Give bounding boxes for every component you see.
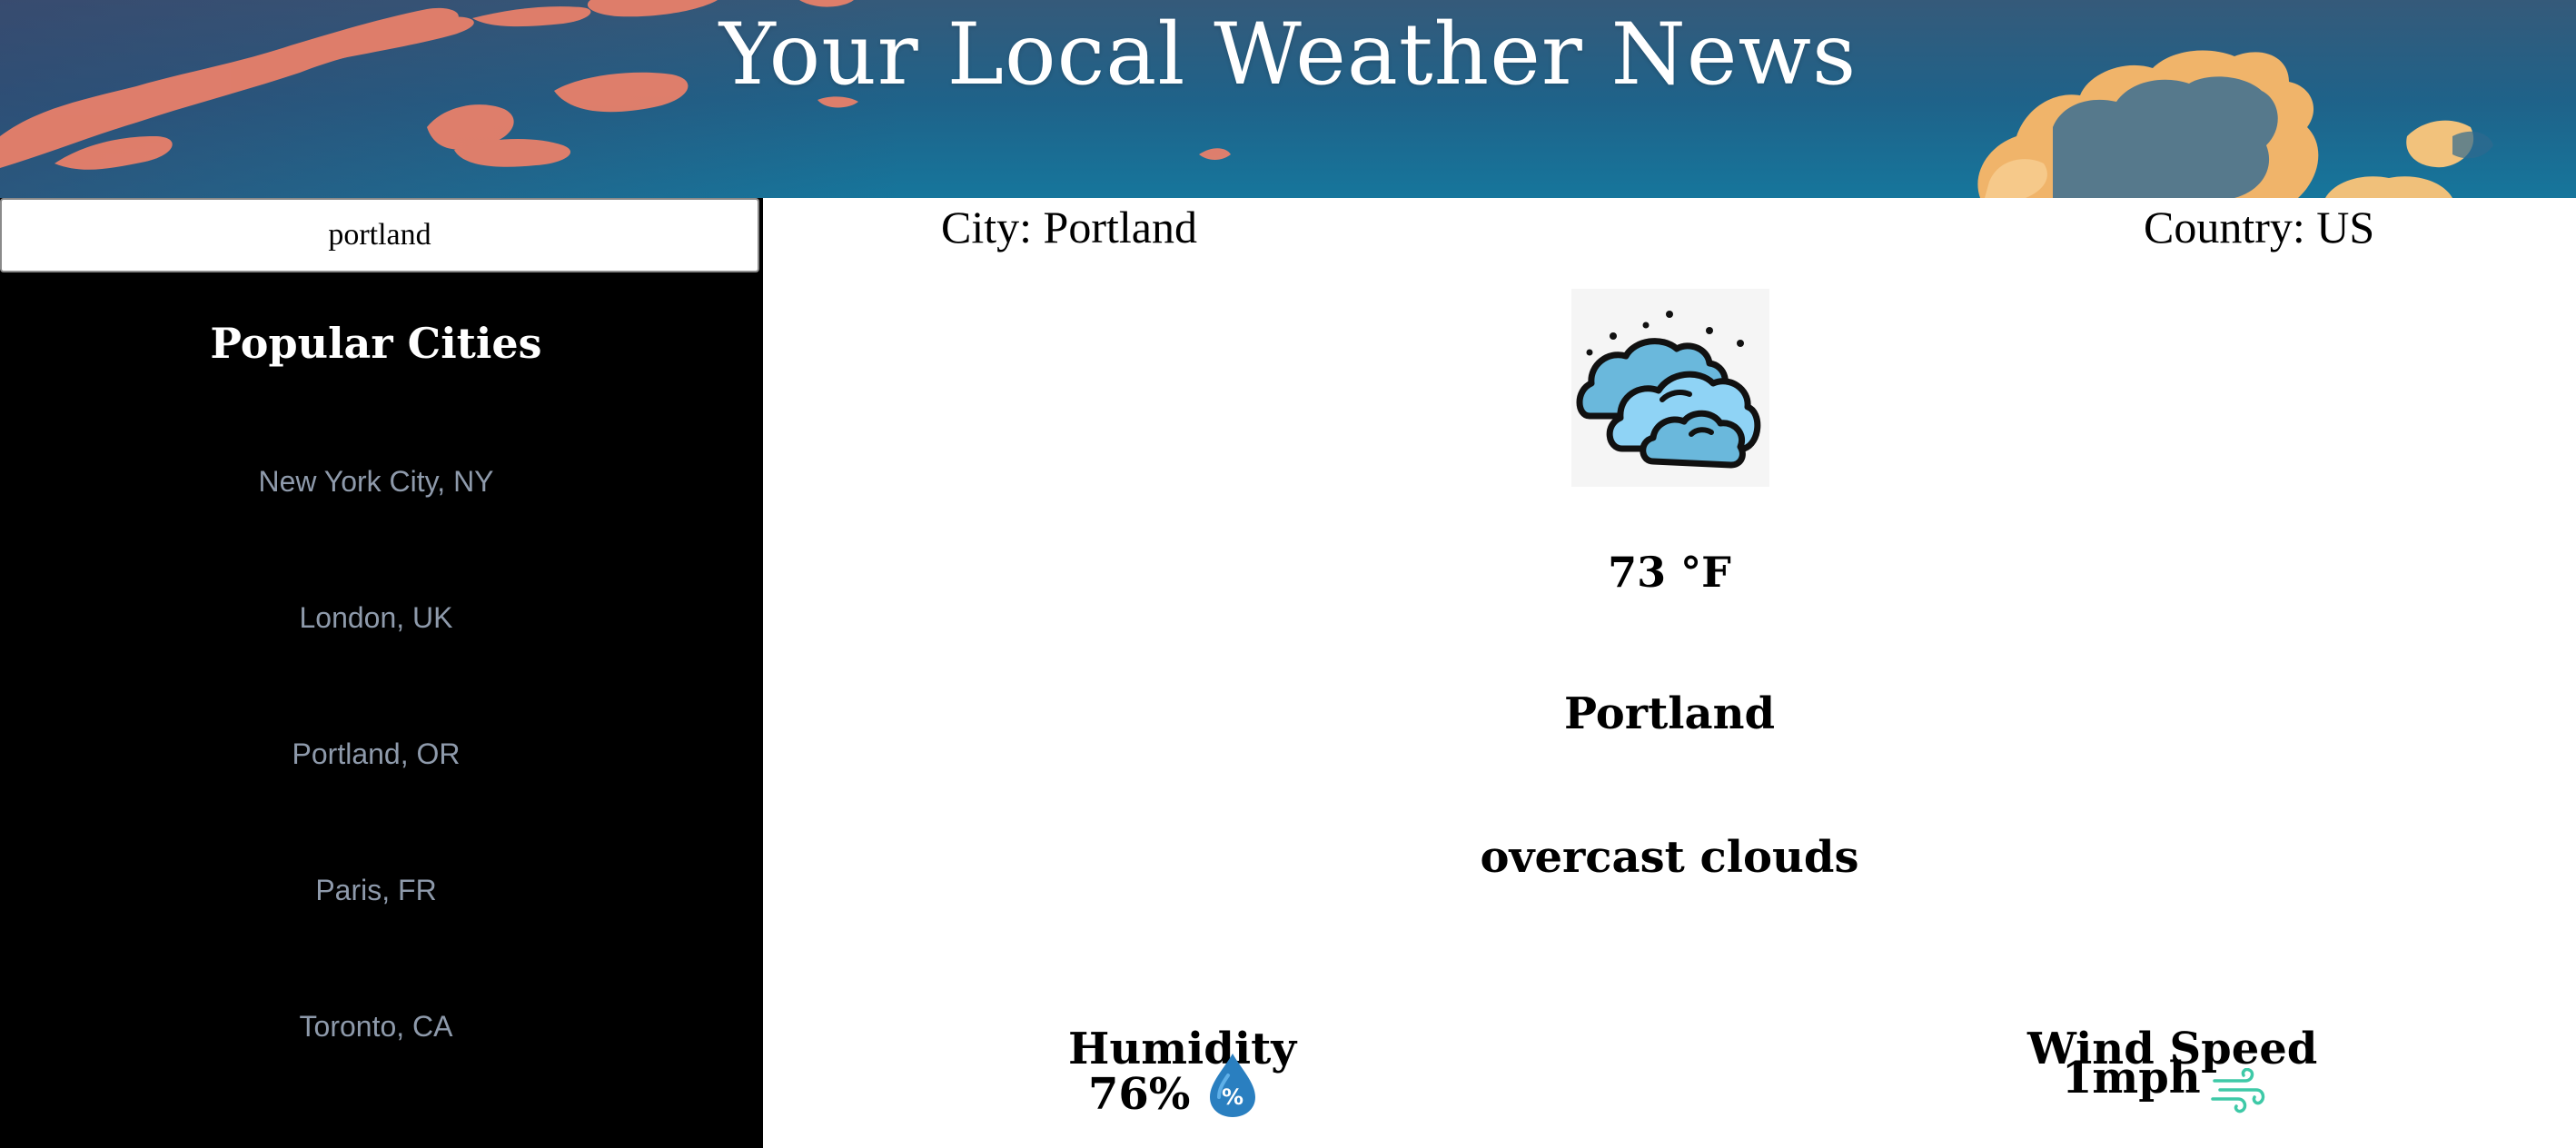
country-label: Country: US	[2144, 202, 2375, 252]
temperature-readout: 73 °F	[1608, 548, 1731, 597]
wind-icon	[2211, 1067, 2267, 1113]
weather-city-name: Portland	[1563, 688, 1776, 739]
humidity-drop-icon: %	[1208, 1052, 1257, 1119]
humidity-value: 76%	[1088, 1069, 1191, 1120]
humidity-icon-glyph: %	[1222, 1084, 1243, 1110]
city-label: City: Portland	[941, 202, 1197, 252]
city-link-portland[interactable]: Portland, OR	[0, 736, 752, 772]
page-title: Your Local Weather News	[718, 5, 1858, 104]
popular-cities-list: New York City, NY London, UK Portland, O…	[0, 198, 752, 1148]
sidebar: Popular Cities New York City, NY London,…	[0, 198, 763, 1148]
city-link-toronto[interactable]: Toronto, CA	[0, 1008, 752, 1044]
city-link-london[interactable]: London, UK	[0, 599, 752, 636]
wind-speed-value: 1mph	[2062, 1053, 2201, 1103]
overcast-clouds-icon	[1571, 289, 1769, 487]
weather-panel: City: Portland Country: US 73 °F Portlan…	[763, 198, 2576, 1148]
city-link-paris[interactable]: Paris, FR	[0, 872, 752, 908]
city-link-new-york[interactable]: New York City, NY	[0, 463, 752, 500]
header-banner: Your Local Weather News	[0, 0, 2576, 198]
weather-description: overcast clouds	[1480, 832, 1859, 883]
humidity-label: Humidity	[1068, 1024, 1297, 1074]
